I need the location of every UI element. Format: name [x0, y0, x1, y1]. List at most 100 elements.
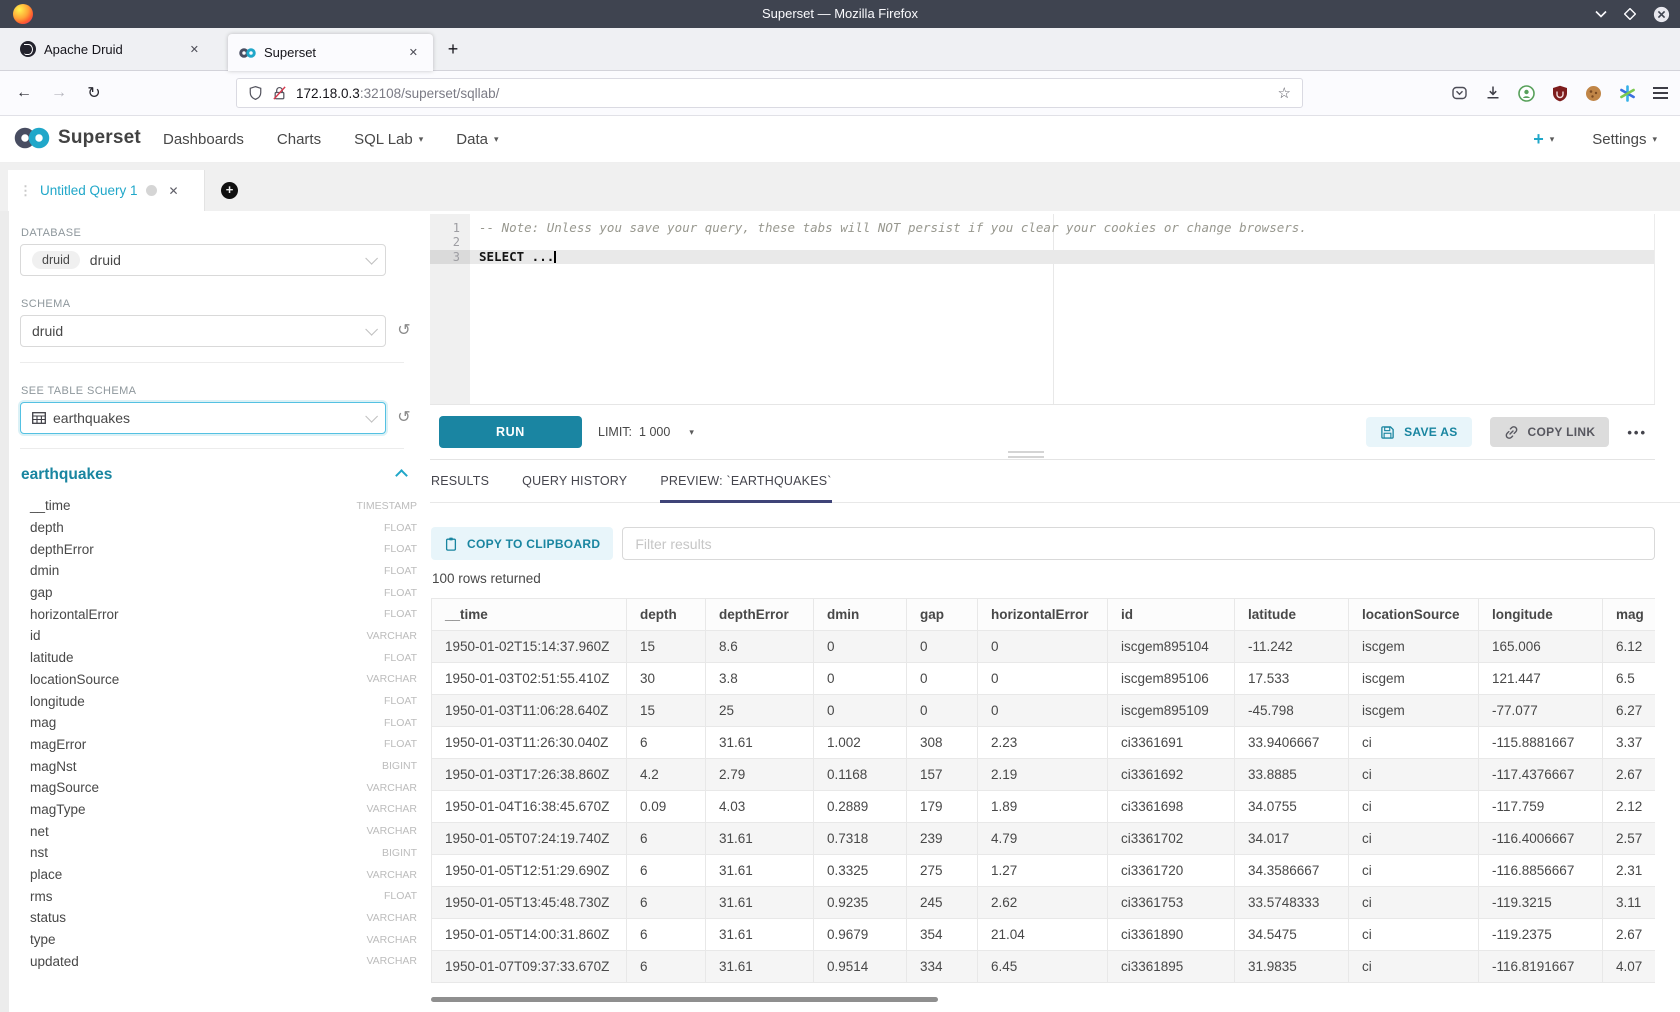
superset-logo-icon [13, 125, 51, 151]
column-header[interactable]: longitude [1479, 599, 1603, 631]
table-cell: 275 [907, 855, 978, 887]
schema-column-row[interactable]: typeVARCHAR [9, 929, 430, 951]
ublock-origin-icon[interactable] [1552, 85, 1568, 102]
save-as-button[interactable]: SAVE AS [1366, 417, 1471, 447]
schema-column-row[interactable]: magErrorFLOAT [9, 734, 430, 756]
browser-new-tab-button[interactable]: + [433, 28, 473, 70]
pocket-icon[interactable] [1451, 85, 1468, 101]
schema-column-row[interactable]: magTypeVARCHAR [9, 799, 430, 821]
schema-column-row[interactable]: rmsFLOAT [9, 885, 430, 907]
schema-column-row[interactable]: latitudeFLOAT [9, 647, 430, 669]
more-options-icon[interactable]: ••• [1627, 425, 1647, 440]
schema-column-row[interactable]: longitudeFLOAT [9, 690, 430, 712]
schema-column-row[interactable]: depthFLOAT [9, 517, 430, 539]
refresh-schema-icon[interactable]: ↺ [394, 321, 414, 341]
tab-close-icon[interactable]: ✕ [186, 41, 203, 58]
schema-column-row[interactable]: placeVARCHAR [9, 864, 430, 886]
reload-icon[interactable]: ↻ [80, 71, 108, 115]
url-bar[interactable]: 172.18.0.3:32108/superset/sqllab/ ☆ [236, 78, 1303, 108]
schema-select[interactable]: druid [20, 315, 386, 347]
schema-column-row[interactable]: nstBIGINT [9, 842, 430, 864]
schema-column-row[interactable]: gapFLOAT [9, 582, 430, 604]
schema-column-row[interactable]: netVARCHAR [9, 820, 430, 842]
new-item-button[interactable]: +▾ [1533, 129, 1554, 150]
database-select[interactable]: druid druid [20, 244, 386, 276]
window-close-icon[interactable] [1653, 6, 1670, 23]
schema-column-row[interactable]: statusVARCHAR [9, 907, 430, 929]
druid-favicon-icon [20, 41, 36, 57]
schema-column-row[interactable]: updatedVARCHAR [9, 950, 430, 972]
schema-column-row[interactable]: magFLOAT [9, 712, 430, 734]
nav-dashboards[interactable]: Dashboards [163, 131, 244, 148]
column-name: __time [30, 498, 71, 513]
insecure-lock-icon[interactable] [272, 85, 287, 101]
nav-charts[interactable]: Charts [277, 131, 321, 148]
schema-column-row[interactable]: locationSourceVARCHAR [9, 669, 430, 691]
settings-menu[interactable]: Settings▾ [1592, 131, 1657, 148]
chevron-down-icon: ▾ [1550, 134, 1555, 145]
column-header[interactable]: depthError [706, 599, 814, 631]
table-cell: ci [1349, 823, 1479, 855]
limit-control[interactable]: LIMIT: 1 000 ▾ [598, 425, 694, 439]
results-tab-results[interactable]: RESULTS [431, 460, 489, 502]
table-row: 1950-01-02T15:14:37.960Z158.6000iscgem89… [432, 631, 1656, 663]
tracking-shield-icon[interactable] [248, 85, 263, 101]
column-header[interactable]: dmin [814, 599, 907, 631]
results-tab-query-history[interactable]: QUERY HISTORY [522, 460, 627, 502]
schema-column-row[interactable]: magNstBIGINT [9, 755, 430, 777]
column-header[interactable]: horizontalError [978, 599, 1108, 631]
filter-results-input[interactable] [622, 527, 1655, 560]
query-tab-close-icon[interactable]: ✕ [169, 184, 179, 198]
sql-editor[interactable]: 123 -- Note: Unless you save your query,… [430, 214, 1655, 404]
nav-sqllab[interactable]: SQL Lab▾ [354, 131, 423, 148]
extension-green-icon[interactable] [1518, 85, 1535, 102]
back-icon[interactable]: ← [10, 71, 38, 115]
table-cell: -119.3215 [1479, 887, 1603, 919]
window-minimize-icon[interactable] [1595, 10, 1607, 18]
column-header[interactable]: depth [627, 599, 706, 631]
column-header[interactable]: id [1108, 599, 1235, 631]
forward-icon[interactable]: → [45, 71, 73, 115]
column-type: BIGINT [382, 847, 417, 859]
browser-tab-apache-druid[interactable]: Apache Druid ✕ [9, 28, 214, 70]
refresh-table-icon[interactable]: ↺ [394, 408, 414, 428]
schema-column-row[interactable]: idVARCHAR [9, 625, 430, 647]
table-cell: 6.5 [1603, 663, 1656, 695]
schema-column-row[interactable]: magSourceVARCHAR [9, 777, 430, 799]
table-cell: 3.37 [1603, 727, 1656, 759]
browser-tab-superset[interactable]: Superset ✕ [228, 34, 433, 71]
downloads-icon[interactable] [1485, 85, 1501, 101]
schema-column-row[interactable]: __timeTIMESTAMP [9, 495, 430, 517]
window-maximize-icon[interactable] [1624, 8, 1636, 20]
schema-column-row[interactable]: horizontalErrorFLOAT [9, 603, 430, 625]
cookie-extension-icon[interactable] [1585, 85, 1602, 102]
menu-icon[interactable] [1653, 87, 1668, 99]
copy-to-clipboard-button[interactable]: COPY TO CLIPBOARD [431, 527, 613, 560]
column-header[interactable]: mag [1603, 599, 1656, 631]
query-tab[interactable]: ⋮ Untitled Query 1 ✕ [8, 170, 204, 211]
column-header[interactable]: __time [432, 599, 627, 631]
column-header[interactable]: latitude [1235, 599, 1349, 631]
schema-column-row[interactable]: dminFLOAT [9, 560, 430, 582]
column-name: magSource [30, 780, 99, 795]
column-name: type [30, 932, 56, 947]
asterisk-extension-icon[interactable] [1619, 85, 1636, 102]
run-button[interactable]: RUN [439, 416, 582, 448]
column-header[interactable]: gap [907, 599, 978, 631]
schema-column-row[interactable]: depthErrorFLOAT [9, 538, 430, 560]
bookmark-star-icon[interactable]: ☆ [1278, 84, 1291, 102]
results-table-wrap[interactable]: __timedepthdepthErrordmingaphorizontalEr… [431, 598, 1655, 984]
tab-close-icon[interactable]: ✕ [405, 44, 422, 61]
nav-data[interactable]: Data▾ [456, 131, 498, 148]
drag-dots-icon[interactable]: ⋮ [19, 183, 32, 199]
column-header[interactable]: locationSource [1349, 599, 1479, 631]
table-select[interactable]: earthquakes [20, 402, 386, 434]
new-query-tab-button[interactable]: + [204, 170, 254, 211]
collapse-chevron-icon[interactable] [395, 469, 408, 482]
table-cell: ci [1349, 791, 1479, 823]
copy-link-button[interactable]: COPY LINK [1490, 417, 1610, 447]
table-row: 1950-01-05T14:00:31.860Z631.610.96793542… [432, 919, 1656, 951]
superset-brand[interactable]: Superset [13, 125, 141, 151]
horizontal-scrollbar[interactable] [431, 997, 938, 1002]
results-tab-preview-earthquakes[interactable]: PREVIEW: `EARTHQUAKES` [660, 460, 831, 502]
